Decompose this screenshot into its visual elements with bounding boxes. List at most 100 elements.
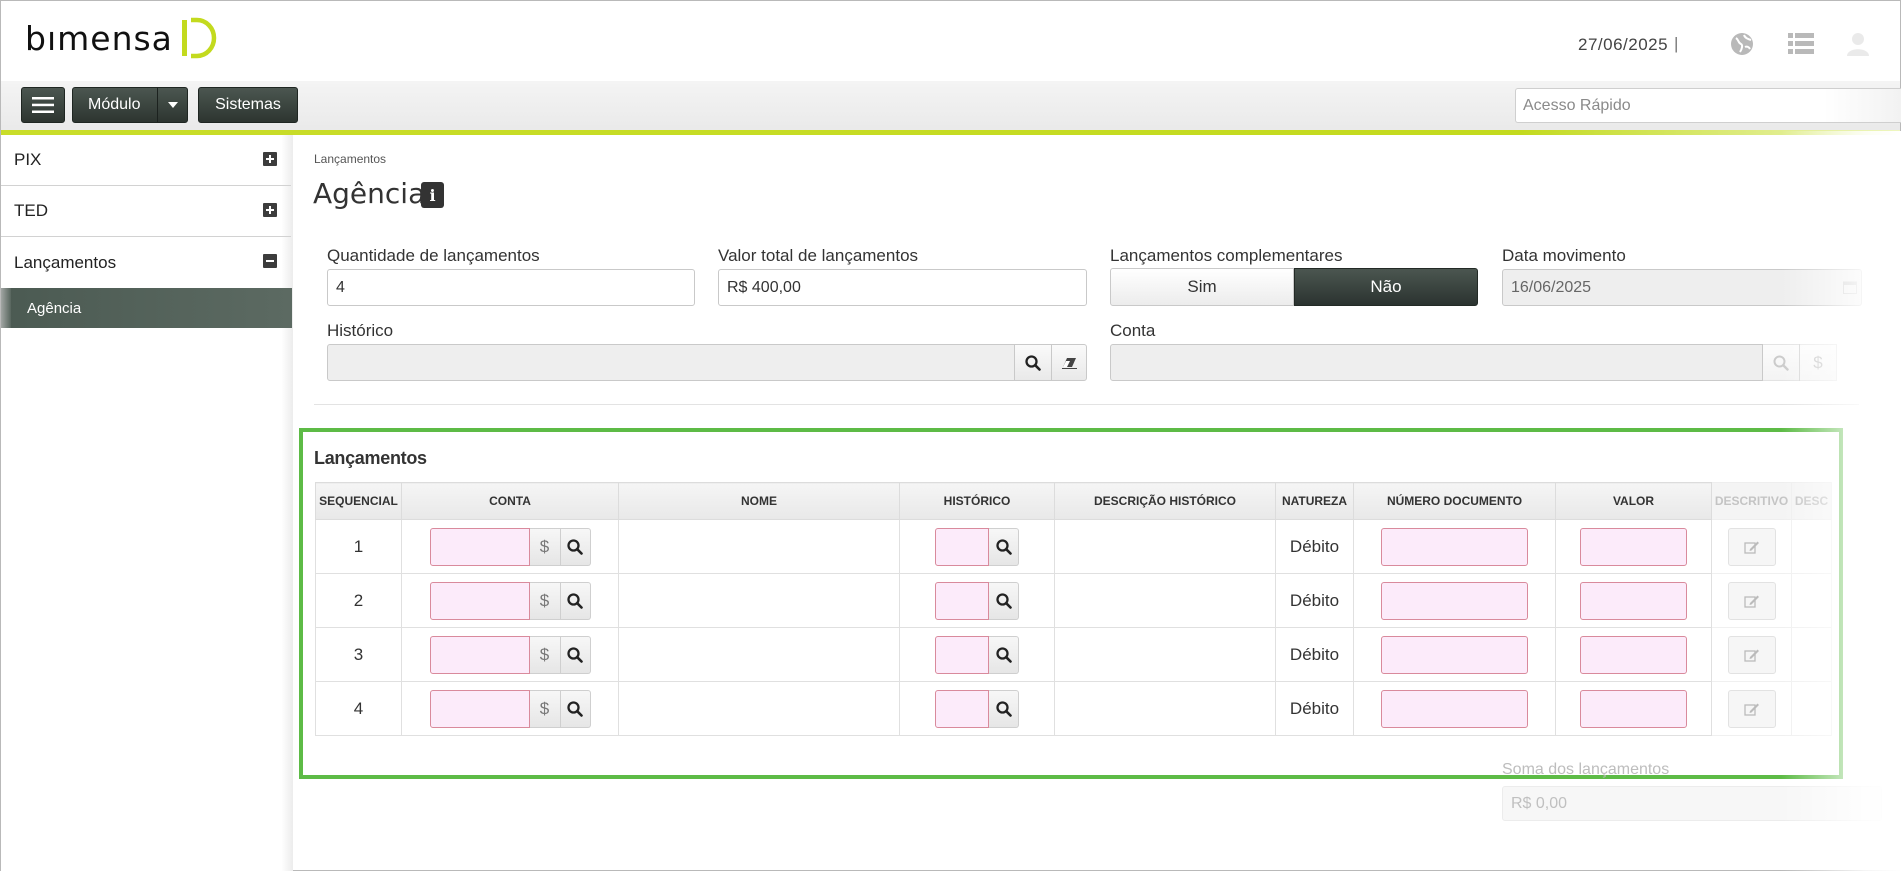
- column-header-natureza[interactable]: NATUREZA: [1275, 482, 1354, 520]
- edit-icon: [1743, 541, 1759, 554]
- row-historico-search-button[interactable]: [989, 581, 1019, 620]
- sidebar-item-ted[interactable]: TED: [1, 186, 291, 237]
- row-numero-documento-input[interactable]: [1381, 689, 1528, 728]
- descricao-historico-cell: [1054, 519, 1276, 574]
- sim-label: Sim: [1187, 277, 1217, 296]
- desc-cell: [1791, 573, 1832, 628]
- historico-input[interactable]: [327, 344, 1015, 381]
- row-conta-search-button[interactable]: [560, 581, 591, 620]
- user-icon[interactable]: [1847, 32, 1869, 56]
- minus-icon[interactable]: [263, 254, 277, 268]
- row-conta-input[interactable]: [429, 689, 530, 728]
- search-icon: [567, 538, 583, 555]
- row-descritivo-edit-button[interactable]: [1727, 581, 1776, 620]
- row-conta-search-button[interactable]: [560, 689, 591, 728]
- row-valor-input[interactable]: [1580, 527, 1687, 566]
- data-movimento-input[interactable]: [1502, 269, 1862, 306]
- row-historico-search-button[interactable]: [989, 527, 1019, 566]
- column-header-sequencial[interactable]: SEQUENCIAL: [315, 482, 402, 520]
- quantidade-input[interactable]: [327, 269, 695, 306]
- row-historico-input[interactable]: [935, 689, 989, 728]
- sidebar-item-lancamentos[interactable]: Lançamentos: [1, 237, 291, 288]
- table-row: 1 $ Débito: [315, 519, 1832, 574]
- conta-dollar-button[interactable]: $: [1799, 344, 1837, 381]
- desc-cell: [1791, 627, 1832, 682]
- desc-cell: [1791, 519, 1832, 574]
- plus-icon[interactable]: [263, 152, 277, 166]
- historico-search-button[interactable]: [1014, 344, 1052, 381]
- row-historico-input[interactable]: [935, 635, 989, 674]
- row-descritivo-edit-button[interactable]: [1727, 527, 1776, 566]
- breadcrumb[interactable]: Lançamentos: [314, 152, 386, 166]
- row-conta-input[interactable]: [429, 635, 530, 674]
- numero-documento-cell: [1353, 519, 1556, 574]
- column-header-descritivo[interactable]: DESCRITIVO: [1711, 482, 1792, 520]
- info-icon[interactable]: i: [421, 182, 444, 208]
- search-icon: [567, 592, 583, 609]
- row-numero-documento-input[interactable]: [1381, 527, 1528, 566]
- table-row: 2 $ Débito: [315, 573, 1832, 628]
- dollar-icon: $: [539, 590, 550, 610]
- sidebar-subitem-agencia[interactable]: Agência: [1, 288, 292, 328]
- calendar-icon[interactable]: [1843, 280, 1857, 294]
- row-historico-search-button[interactable]: [989, 635, 1019, 674]
- menu-button[interactable]: [21, 87, 65, 123]
- natureza-cell: Débito: [1275, 573, 1354, 628]
- dollar-icon: $: [539, 644, 550, 664]
- table-row: 3 $ Débito: [315, 627, 1832, 682]
- conta-input[interactable]: [1110, 344, 1763, 381]
- descricao-historico-cell: [1054, 573, 1276, 628]
- row-conta-search-button[interactable]: [560, 635, 591, 674]
- column-header-conta[interactable]: CONTA: [401, 482, 619, 520]
- soma-lancamentos-input[interactable]: [1502, 786, 1882, 821]
- natureza-cell: Débito: [1275, 681, 1354, 736]
- column-header-desc[interactable]: DESC: [1791, 482, 1832, 520]
- module-button[interactable]: Módulo: [72, 87, 188, 123]
- sidebar-subitem-label: Agência: [27, 299, 82, 317]
- column-header-valor[interactable]: VALOR: [1555, 482, 1712, 520]
- column-header-historico[interactable]: HISTÓRICO: [899, 482, 1055, 520]
- row-numero-documento-input[interactable]: [1381, 581, 1528, 620]
- row-historico-search-button[interactable]: [989, 689, 1019, 728]
- plus-icon[interactable]: [263, 203, 277, 217]
- numero-documento-cell: [1353, 573, 1556, 628]
- column-header-descricao-historico[interactable]: DESCRIÇÃO HISTÓRICO: [1054, 482, 1276, 520]
- module-label: Módulo: [88, 96, 141, 113]
- row-conta-dollar-button[interactable]: $: [529, 689, 561, 728]
- sequencial-cell: 1: [315, 519, 402, 574]
- module-dropdown-toggle[interactable]: [157, 88, 187, 122]
- sidebar-item-pix[interactable]: PIX: [1, 135, 291, 186]
- list-icon[interactable]: [1788, 32, 1814, 54]
- descritivo-cell: [1711, 627, 1792, 682]
- row-conta-search-button[interactable]: [560, 527, 591, 566]
- row-conta-dollar-button[interactable]: $: [529, 527, 561, 566]
- row-conta-dollar-button[interactable]: $: [529, 635, 561, 674]
- row-valor-input[interactable]: [1580, 635, 1687, 674]
- table-header-row: SEQUENCIAL CONTA NOME HISTÓRICO DESCRIÇÃ…: [315, 482, 1832, 520]
- conta-cell: $: [401, 519, 619, 574]
- column-header-numero-documento[interactable]: NÚMERO DOCUMENTO: [1353, 482, 1556, 520]
- row-conta-input[interactable]: [429, 581, 530, 620]
- row-historico-input[interactable]: [935, 527, 989, 566]
- row-valor-input[interactable]: [1580, 689, 1687, 728]
- globe-icon[interactable]: [1730, 32, 1754, 56]
- sidebar-item-label: TED: [14, 201, 48, 220]
- quick-access-input[interactable]: [1515, 88, 1901, 123]
- complementares-nao-button[interactable]: Não: [1294, 268, 1478, 306]
- row-descritivo-edit-button[interactable]: [1727, 635, 1776, 674]
- complementares-sim-button[interactable]: Sim: [1110, 268, 1294, 306]
- row-descritivo-edit-button[interactable]: [1727, 689, 1776, 728]
- logo-mark-icon: [181, 17, 217, 59]
- row-conta-dollar-button[interactable]: $: [529, 581, 561, 620]
- systems-button[interactable]: Sistemas: [198, 87, 298, 123]
- row-numero-documento-input[interactable]: [1381, 635, 1528, 674]
- historico-clear-button[interactable]: [1051, 344, 1087, 381]
- historico-cell: [899, 519, 1055, 574]
- row-valor-input[interactable]: [1580, 581, 1687, 620]
- valor-total-input[interactable]: [718, 269, 1087, 306]
- conta-search-button[interactable]: [1762, 344, 1800, 381]
- row-historico-input[interactable]: [935, 581, 989, 620]
- row-conta-input[interactable]: [429, 527, 530, 566]
- column-header-nome[interactable]: NOME: [618, 482, 900, 520]
- valor-cell: [1555, 627, 1712, 682]
